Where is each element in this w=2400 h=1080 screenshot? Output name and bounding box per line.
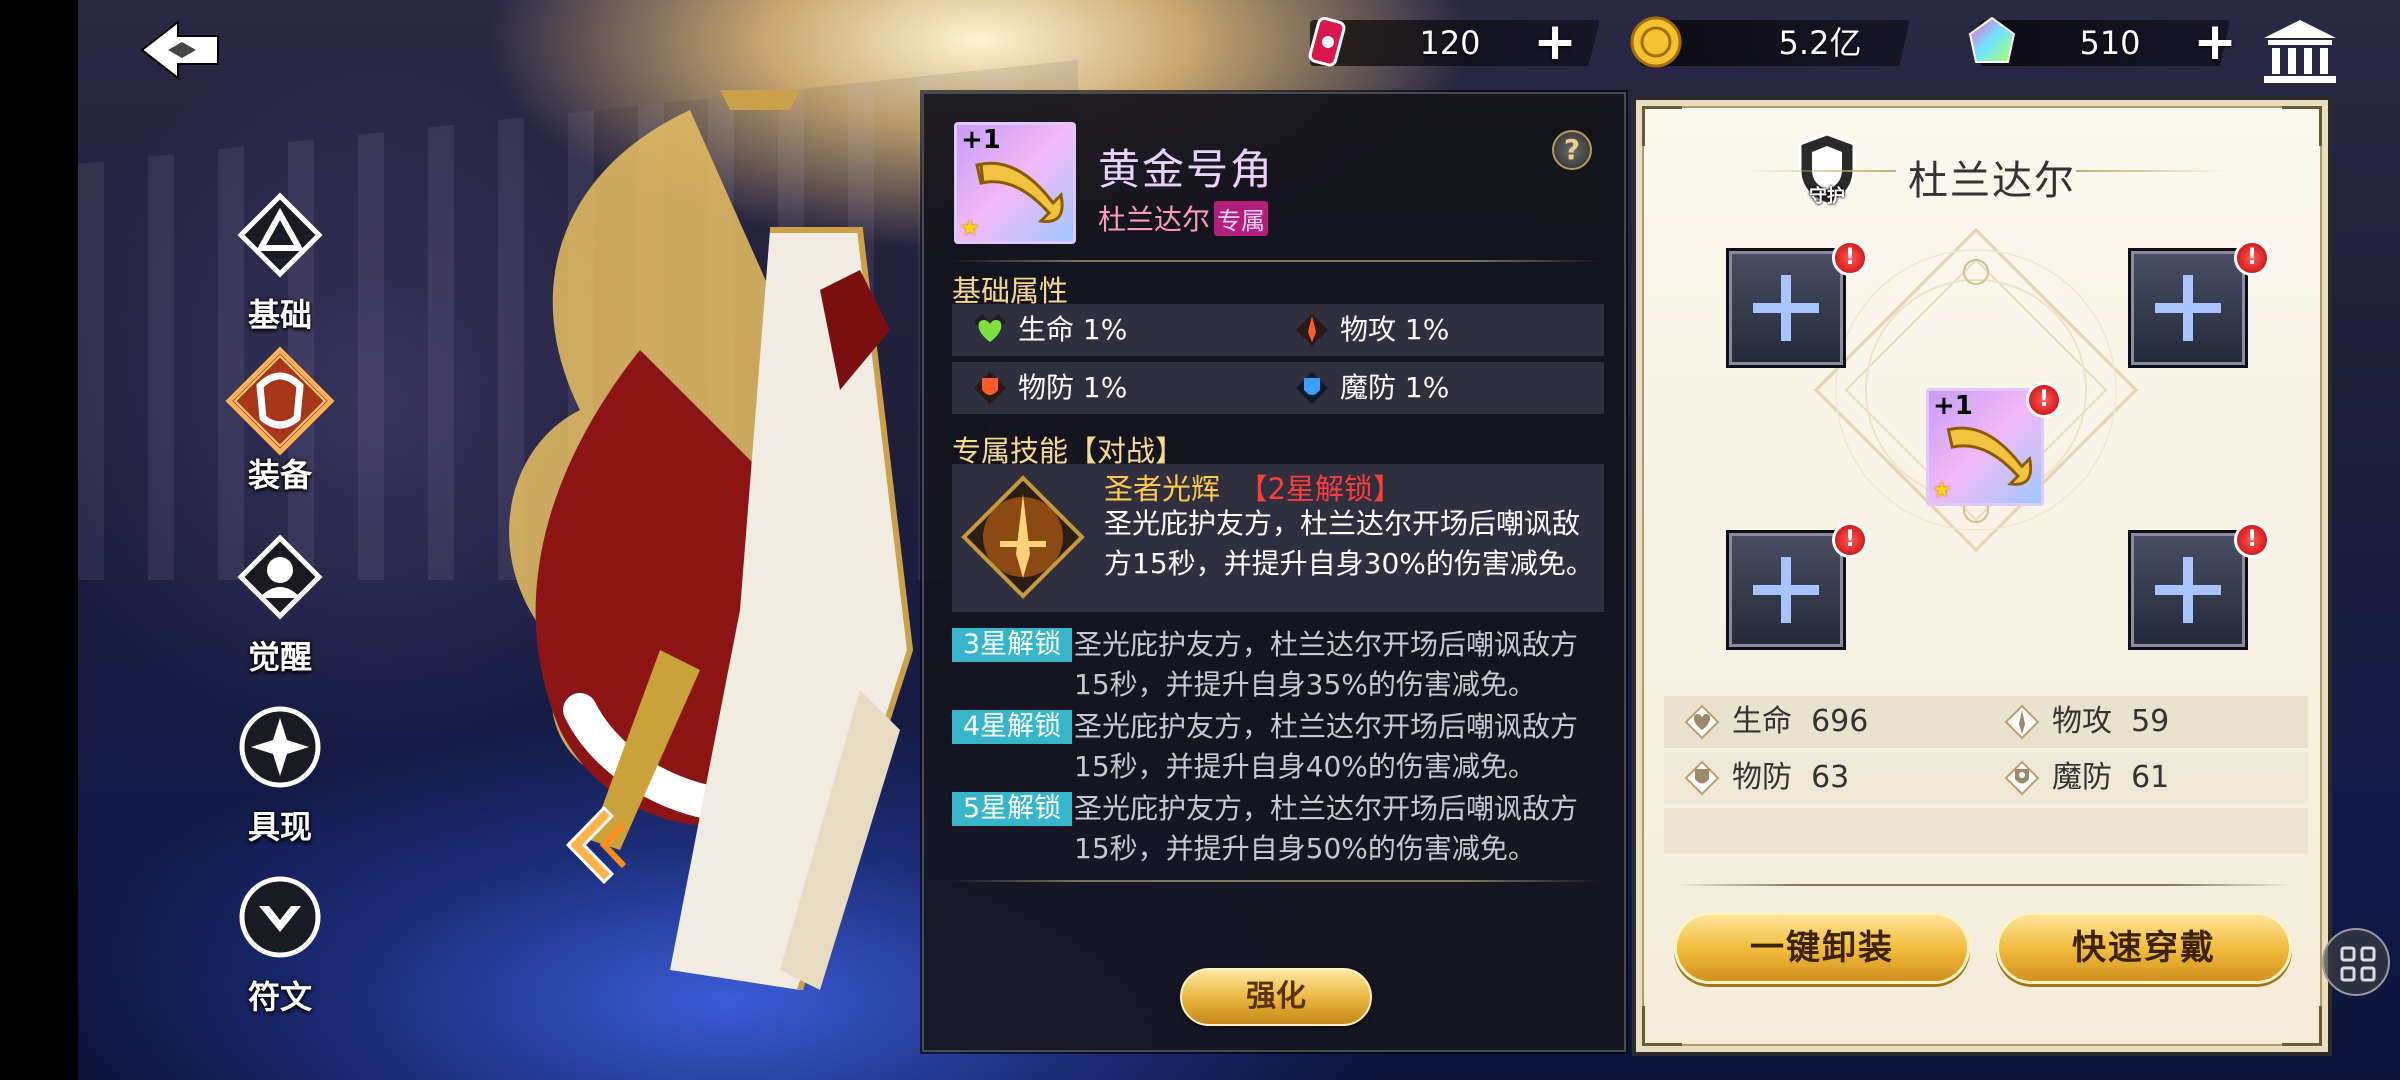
item-name: 黄金号角: [1098, 145, 1275, 194]
hero-stats: 生命 696 物攻 59 物防 63 魔防 61: [1664, 696, 2308, 861]
divider: [950, 260, 1600, 262]
star-tag: 3星解锁: [952, 628, 1072, 662]
exclusive-badge: 专属: [1214, 201, 1269, 236]
stat-row: 物防 63 魔防 61: [1664, 752, 2308, 804]
alert-badge: !: [2234, 240, 2270, 276]
nav-rune[interactable]: 符文: [220, 872, 340, 1022]
nav-rune-label: 符文: [247, 978, 312, 1016]
add-slot-icon: [2155, 275, 2221, 341]
nav-awaken-label: 觉醒: [247, 638, 312, 676]
gem-icon: [1968, 16, 2016, 63]
star-desc: 圣光庇护友方，杜兰达尔开场后嘲讽敌方15秒，并提升自身35%的伤害减免。: [1074, 628, 1579, 701]
alert-badge: !: [2234, 522, 2270, 558]
quick-equip-button[interactable]: 快速穿戴: [1996, 912, 2292, 984]
divider: [1676, 884, 2292, 886]
hero-illustration: [509, 90, 914, 990]
equipment-panel: 守护 杜兰达尔 ! ! +1 ★ ! ! ! 生命 696 物攻 59 物防 6…: [1632, 96, 2332, 1056]
awaken-icon: [237, 534, 323, 620]
unequip-all-button[interactable]: 一键卸装: [1674, 912, 1970, 984]
stat-row: 生命 1% 物攻 1%: [952, 304, 1604, 356]
help-button[interactable]: ?: [1552, 130, 1592, 170]
skill-lock: 【2星解锁】: [1238, 472, 1402, 506]
hero-name: 杜兰达尔: [1908, 158, 2076, 204]
star-icon: ★: [960, 216, 980, 241]
star-icon: ★: [1932, 478, 1952, 503]
stat-row: 生命 696 物攻 59: [1664, 696, 2308, 748]
stamina-value: 120: [1419, 24, 1481, 62]
equip-slot-3[interactable]: [1726, 530, 1846, 650]
star-desc: 圣光庇护友方，杜兰达尔开场后嘲讽敌方15秒，并提升自身50%的伤害减免。: [1074, 792, 1579, 865]
add-stamina-button[interactable]: +: [1530, 16, 1580, 68]
role-badge: 守护: [1809, 186, 1845, 207]
item-icon: +1 ★: [954, 122, 1076, 244]
star-desc: 圣光庇护友方，杜兰达尔开场后嘲讽敌方15秒，并提升自身40%的伤害减免。: [1074, 710, 1579, 783]
add-slot-icon: [2155, 557, 2221, 623]
gold-value: 5.2亿: [1778, 24, 1862, 62]
sword-icon: [1296, 314, 1328, 346]
corner-ornament: [2282, 1006, 2322, 1046]
holy-sword-skill-icon: [961, 475, 1085, 599]
star-tag: 4星解锁: [952, 710, 1072, 744]
heart-outline-icon: [1684, 704, 1720, 740]
stat-row-empty: [1664, 808, 2308, 854]
previous-hero-arrow[interactable]: [560, 800, 640, 890]
magic-shield-icon: [1296, 372, 1328, 404]
skill-box: 圣者光辉 【2星解锁】 圣光庇护友方，杜兰达尔开场后嘲讽敌方15秒，并提升自身3…: [952, 464, 1604, 612]
magic-shield-outline-icon: [2004, 760, 2040, 796]
manifest-icon: [239, 706, 321, 788]
equip-slot-1[interactable]: [1726, 248, 1846, 368]
star-tag: 5星解锁: [952, 792, 1072, 826]
alert-badge: !: [1832, 240, 1868, 276]
name-ornament: [1746, 170, 1896, 172]
enhance-button[interactable]: 强化: [1180, 968, 1372, 1026]
stamina-can-icon: [1308, 16, 1346, 67]
floating-menu-button[interactable]: [2322, 928, 2390, 996]
equip-slot-4[interactable]: [2128, 530, 2248, 650]
item-level: +1: [961, 125, 1001, 155]
nav-awaken[interactable]: 觉醒: [220, 532, 340, 682]
add-slot-icon: [1753, 557, 1819, 623]
back-button[interactable]: [138, 14, 222, 86]
star-unlock-4: 4星解锁 圣光庇护友方，杜兰达尔开场后嘲讽敌方15秒，并提升自身40%的伤害减免…: [952, 710, 1604, 790]
grid-icon: [2340, 946, 2376, 982]
equipment-icon: [225, 346, 335, 456]
nav-equipment-label: 装备: [247, 456, 312, 494]
add-slot-icon: [1753, 275, 1819, 341]
star-unlock-3: 3星解锁 圣光庇护友方，杜兰达尔开场后嘲讽敌方15秒，并提升自身35%的伤害减免…: [952, 628, 1604, 708]
star-unlock-5: 5星解锁 圣光庇护友方，杜兰达尔开场后嘲讽敌方15秒，并提升自身50%的伤害减免…: [952, 792, 1604, 872]
nav-basics[interactable]: 基础: [220, 190, 340, 340]
shield-icon: [974, 372, 1006, 404]
corner-ornament: [1642, 106, 1682, 146]
name-ornament: [2076, 170, 2226, 172]
nav-manifest-label: 具现: [247, 808, 312, 846]
nav-basics-label: 基础: [247, 296, 312, 334]
shield-outline-icon: [1684, 760, 1720, 796]
stat-row: 物防 1% 魔防 1%: [952, 362, 1604, 414]
nav-equipment[interactable]: 装备: [220, 346, 340, 510]
skill-desc: 圣光庇护友方，杜兰达尔开场后嘲讽敌方15秒，并提升自身30%的伤害减免。: [1104, 507, 1594, 580]
item-detail-panel: +1 ★ 黄金号角 杜兰达尔 专属 ? 基础属性 生命 1% 物攻 1% 物防 1…: [920, 90, 1628, 1054]
item-owner-name: 杜兰达尔: [1098, 203, 1211, 236]
alert-badge: !: [2026, 382, 2062, 418]
item-level: +1: [1933, 391, 1973, 421]
nav-manifest[interactable]: 具现: [220, 702, 340, 852]
gold-coin-icon: [1630, 16, 1682, 68]
heart-icon: [974, 314, 1006, 342]
sword-outline-icon: [2004, 704, 2040, 740]
alert-badge: !: [1832, 522, 1868, 558]
gem-value: 510: [2079, 24, 2141, 62]
corner-ornament: [2282, 106, 2322, 146]
bank-icon[interactable]: [2262, 18, 2338, 84]
skill-name: 圣者光辉 【2星解锁】: [1104, 472, 1402, 506]
divider: [950, 880, 1600, 882]
corner-ornament: [1642, 1006, 1682, 1046]
rune-icon: [239, 876, 321, 958]
basics-icon: [237, 192, 323, 278]
item-owner: 杜兰达尔 专属: [1098, 198, 1269, 238]
add-gem-button[interactable]: +: [2190, 16, 2240, 68]
equip-slot-2[interactable]: [2128, 248, 2248, 368]
